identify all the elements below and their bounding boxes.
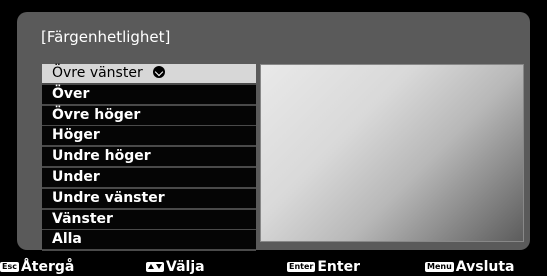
enter-label: Enter xyxy=(317,259,360,275)
select-hint[interactable]: Välja xyxy=(146,259,205,275)
back-hint[interactable]: Esc Återgå xyxy=(0,259,74,275)
list-item-label: Undre vänster xyxy=(52,189,165,206)
list-item-label: Undre höger xyxy=(52,148,151,165)
list-item-label: Vänster xyxy=(52,210,113,227)
list-item-label: Övre höger xyxy=(52,106,141,123)
dialog-title: [Färgenhetlighet] xyxy=(41,28,171,46)
exit-label: Avsluta xyxy=(455,259,515,275)
exit-hint[interactable]: Menu Avsluta xyxy=(425,259,514,275)
enter-key-icon: Enter xyxy=(287,262,316,272)
list-item-ovre-vanster[interactable]: Övre vänster xyxy=(42,64,256,83)
menu-panel: [Färgenhetlighet] Övre vänster Över Övre… xyxy=(17,12,530,251)
list-item-label: Höger xyxy=(52,127,100,144)
list-item-hoger[interactable]: Höger xyxy=(42,126,256,146)
list-item-label: Över xyxy=(52,85,90,102)
list-item-under[interactable]: Under xyxy=(42,167,256,187)
esc-key-icon: Esc xyxy=(0,262,19,272)
back-label: Återgå xyxy=(20,259,75,275)
list-item-undre-hoger[interactable]: Undre höger xyxy=(42,147,256,167)
list-item-over[interactable]: Över xyxy=(42,84,256,104)
position-list: Övre vänster Över Övre höger Höger Undre… xyxy=(42,64,256,251)
color-uniformity-preview xyxy=(260,64,524,242)
list-item-alla[interactable]: Alla xyxy=(42,230,256,250)
up-down-arrows-icon xyxy=(146,262,164,272)
list-item-vanster[interactable]: Vänster xyxy=(42,209,256,229)
list-item-label: Under xyxy=(52,168,100,185)
select-label: Välja xyxy=(166,259,205,275)
list-item-ovre-hoger[interactable]: Övre höger xyxy=(42,105,256,125)
enter-hint[interactable]: Enter Enter xyxy=(287,259,360,275)
list-item-label: Övre vänster xyxy=(52,65,143,81)
list-item-undre-vanster[interactable]: Undre vänster xyxy=(42,188,256,208)
checkmark-icon xyxy=(153,66,166,78)
menu-key-icon: Menu xyxy=(425,262,454,272)
footer-hints: Esc Återgå Välja Enter Enter Menu Avslut… xyxy=(0,258,547,276)
list-item-label: Alla xyxy=(52,231,82,248)
